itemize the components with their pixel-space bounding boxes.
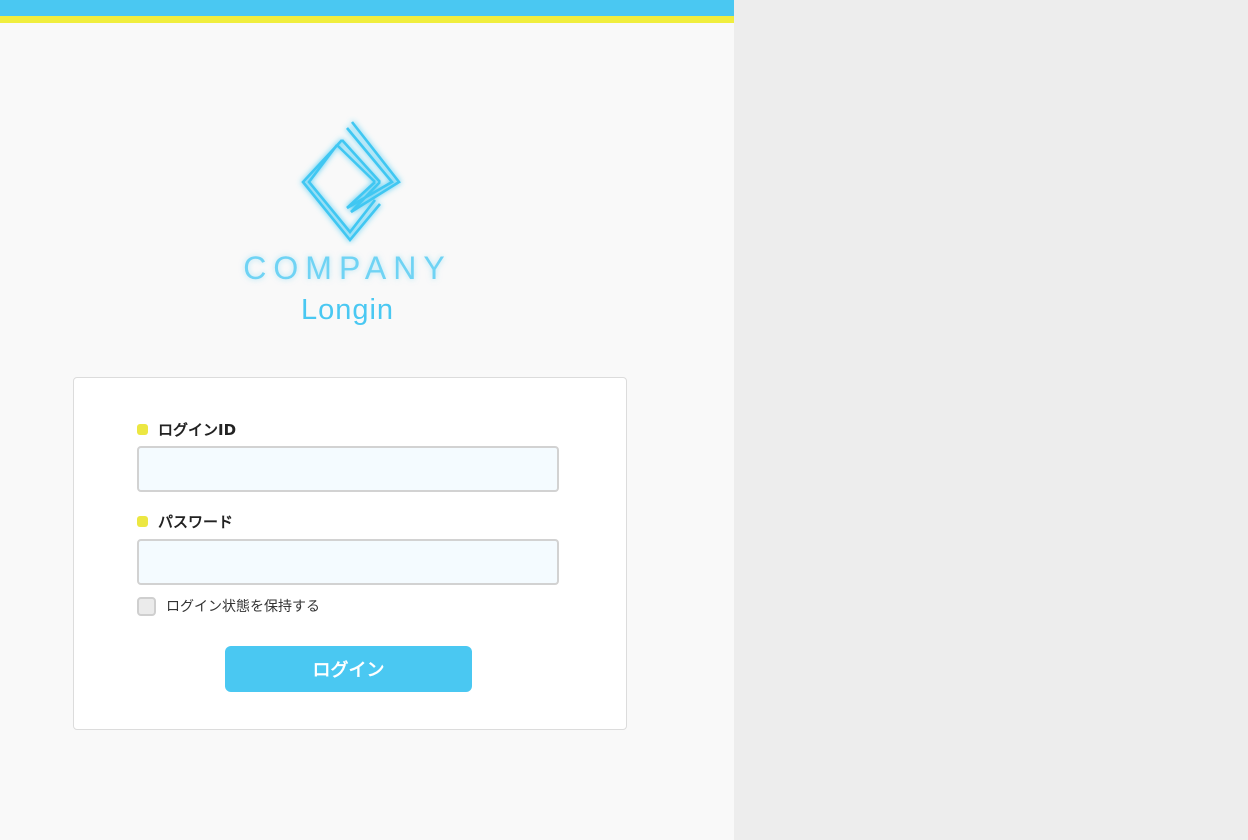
login-id-input[interactable] xyxy=(137,446,559,492)
keep-logged-in-label[interactable]: ログイン状態を保持する xyxy=(166,596,320,616)
password-label-row: パスワード xyxy=(137,511,233,532)
header-stripe xyxy=(0,16,734,23)
bullet-dot-icon xyxy=(137,424,148,435)
keep-logged-in-row[interactable]: ログイン状態を保持する xyxy=(137,596,320,616)
password-input[interactable] xyxy=(137,539,559,585)
login-button[interactable]: ログイン xyxy=(225,646,472,692)
keep-logged-in-checkbox[interactable] xyxy=(137,596,156,616)
login-id-label-row: ログインID xyxy=(137,419,236,440)
bullet-dot-icon xyxy=(137,516,148,527)
diamond-chevron-logo-icon xyxy=(301,121,401,243)
login-id-label: ログインID xyxy=(158,421,237,439)
password-label: パスワード xyxy=(158,513,234,531)
page-subtitle: Longin xyxy=(300,294,395,326)
company-name: COMPANY xyxy=(243,250,452,286)
header-accent-bar xyxy=(0,0,734,16)
